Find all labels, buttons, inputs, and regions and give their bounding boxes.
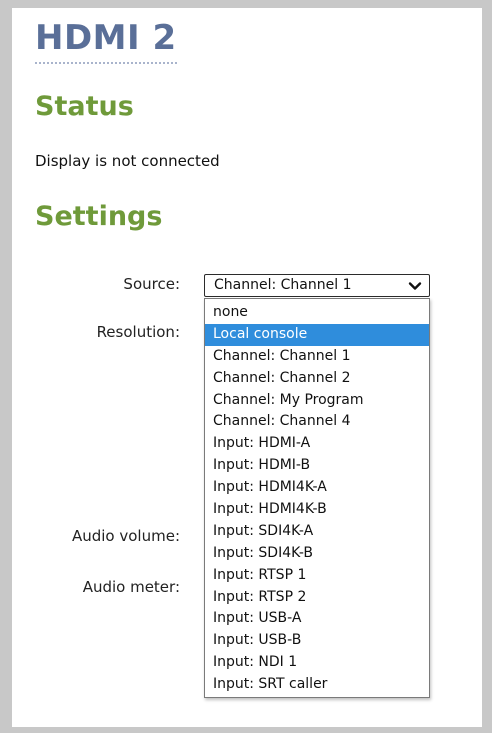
source-option[interactable]: Input: HDMI-A xyxy=(205,433,429,455)
source-option[interactable]: Input: HDMI-B xyxy=(205,455,429,477)
source-dropdown-list[interactable]: none Local console Channel: Channel 1 Chann… xyxy=(204,298,430,699)
status-heading: Status xyxy=(35,91,134,122)
chevron-down-icon xyxy=(408,282,422,290)
page-title: HDMI 2 xyxy=(35,16,177,64)
source-label: Source: xyxy=(123,275,180,293)
settings-heading: Settings xyxy=(35,201,163,232)
audio-volume-label: Audio volume: xyxy=(71,527,180,545)
source-select[interactable]: Channel: Channel 1 xyxy=(204,274,430,297)
source-option[interactable]: Input: NDI 1 xyxy=(205,652,429,674)
display-status-text: Display is not connected xyxy=(35,152,220,170)
source-option[interactable]: Input: USB-B xyxy=(205,630,429,652)
audio-meter-label: Audio meter: xyxy=(82,578,180,596)
source-option[interactable]: Input: USB-A xyxy=(205,608,429,630)
source-option[interactable]: Input: SDI4K-B xyxy=(205,543,429,565)
source-option[interactable]: Input: HDMI4K-A xyxy=(205,477,429,499)
source-option[interactable]: Channel: Channel 4 xyxy=(205,411,429,433)
source-option[interactable]: Input: RTSP 2 xyxy=(205,587,429,609)
source-option[interactable]: Input: SRT caller xyxy=(205,674,429,696)
source-select-value: Channel: Channel 1 xyxy=(214,277,352,293)
source-option[interactable]: Input: HDMI4K-B xyxy=(205,499,429,521)
source-option[interactable]: Local console xyxy=(205,323,429,346)
source-option[interactable]: Channel: Channel 1 xyxy=(205,346,429,368)
source-option[interactable]: none xyxy=(205,302,429,324)
resolution-label: Resolution: xyxy=(96,323,180,341)
source-option[interactable]: Channel: Channel 2 xyxy=(205,368,429,390)
source-option[interactable]: Input: RTSP 1 xyxy=(205,565,429,587)
source-option[interactable]: Input: SDI4K-A xyxy=(205,521,429,543)
source-option[interactable]: Channel: My Program xyxy=(205,390,429,412)
